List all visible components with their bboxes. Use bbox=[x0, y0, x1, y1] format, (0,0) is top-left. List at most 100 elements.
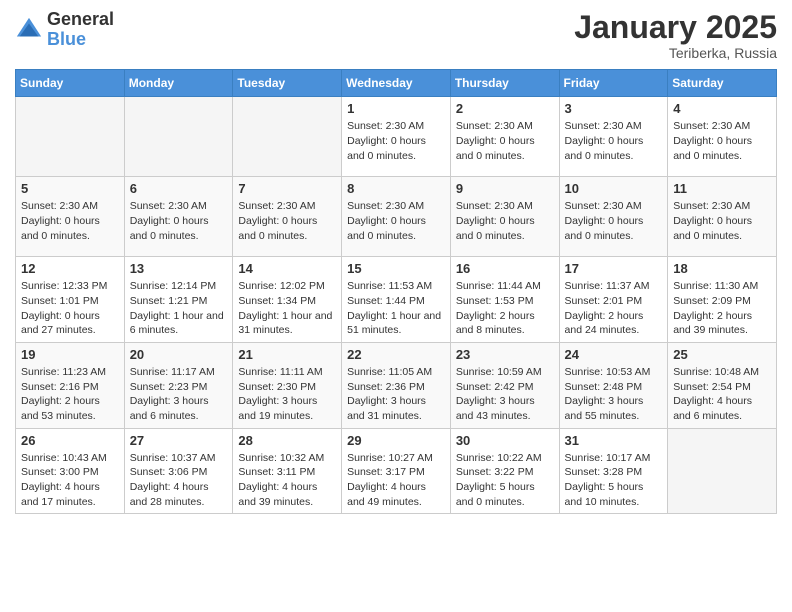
day-info-text: Sunset: 2:30 AMDaylight: 0 hoursand 0 mi… bbox=[238, 199, 336, 243]
header-thursday: Thursday bbox=[450, 70, 559, 97]
day-number: 3 bbox=[565, 101, 663, 116]
day-info-text: Sunrise: 11:11 AMSunset: 2:30 PMDaylight… bbox=[238, 365, 336, 424]
day-cell-w2-d5: 10 Sunset: 2:30 AMDaylight: 0 hoursand 0 … bbox=[559, 177, 668, 257]
day-info-text: Sunrise: 10:53 AMSunset: 2:48 PMDaylight… bbox=[565, 365, 663, 424]
day-info-text: Sunset: 2:30 AMDaylight: 0 hoursand 0 mi… bbox=[673, 199, 771, 243]
day-number: 5 bbox=[21, 181, 119, 196]
title-block: January 2025 Teriberka, Russia bbox=[574, 10, 777, 61]
header: General Blue January 2025 Teriberka, Rus… bbox=[15, 10, 777, 61]
week-row-4: 19Sunrise: 11:23 AMSunset: 2:16 PMDaylig… bbox=[16, 342, 777, 428]
day-cell-w2-d2: 7 Sunset: 2:30 AMDaylight: 0 hoursand 0 m… bbox=[233, 177, 342, 257]
day-info-text: Sunrise: 11:37 AMSunset: 2:01 PMDaylight… bbox=[565, 279, 663, 338]
day-info-text: Sunset: 2:30 AMDaylight: 0 hoursand 0 mi… bbox=[456, 199, 554, 243]
day-info-text: Sunset: 2:30 AMDaylight: 0 hoursand 0 mi… bbox=[130, 199, 228, 243]
day-info-text: Sunrise: 11:05 AMSunset: 2:36 PMDaylight… bbox=[347, 365, 445, 424]
day-cell-w5-d5: 31Sunrise: 10:17 AMSunset: 3:28 PMDaylig… bbox=[559, 428, 668, 514]
logo-blue-text: Blue bbox=[47, 30, 114, 50]
day-number: 29 bbox=[347, 433, 445, 448]
day-info-text: Sunrise: 11:30 AMSunset: 2:09 PMDaylight… bbox=[673, 279, 771, 338]
day-number: 22 bbox=[347, 347, 445, 362]
day-cell-w3-d2: 14Sunrise: 12:02 PMSunset: 1:34 PMDaylig… bbox=[233, 257, 342, 343]
day-cell-w3-d4: 16 Sunrise: 11:44 AMSunset: 1:53 PMDaylig… bbox=[450, 257, 559, 343]
day-number: 24 bbox=[565, 347, 663, 362]
day-info-text: Sunset: 2:30 AMDaylight: 0 hoursand 0 mi… bbox=[565, 199, 663, 243]
day-info-text: Sunrise: 10:17 AMSunset: 3:28 PMDaylight… bbox=[565, 451, 663, 510]
header-sunday: Sunday bbox=[16, 70, 125, 97]
day-info-text: Sunset: 2:30 AMDaylight: 0 hoursand 0 mi… bbox=[347, 199, 445, 243]
logo: General Blue bbox=[15, 10, 114, 50]
day-number: 14 bbox=[238, 261, 336, 276]
day-number: 25 bbox=[673, 347, 771, 362]
day-cell-w2-d1: 6Sunset: 2:30 AMDaylight: 0 hoursand 0 m… bbox=[124, 177, 233, 257]
day-cell-w4-d0: 19Sunrise: 11:23 AMSunset: 2:16 PMDaylig… bbox=[16, 342, 125, 428]
day-number: 18 bbox=[673, 261, 771, 276]
day-number: 2 bbox=[456, 101, 554, 116]
day-info-text: Sunrise: 10:37 AMSunset: 3:06 PMDaylight… bbox=[130, 451, 228, 510]
day-cell-w1-d0 bbox=[16, 97, 125, 177]
day-cell-w1-d4: 2Sunset: 2:30 AMDaylight: 0 hoursand 0 m… bbox=[450, 97, 559, 177]
day-cell-w5-d2: 28 Sunrise: 10:32 AMSunset: 3:11 PMDaylig… bbox=[233, 428, 342, 514]
header-tuesday: Tuesday bbox=[233, 70, 342, 97]
day-cell-w1-d3: 1Sunset: 2:30 AMDaylight: 0 hoursand 0 m… bbox=[342, 97, 451, 177]
day-number: 13 bbox=[130, 261, 228, 276]
day-info-text: Sunrise: 12:14 PMSunset: 1:21 PMDaylight… bbox=[130, 279, 228, 338]
day-cell-w1-d2 bbox=[233, 97, 342, 177]
day-cell-w5-d6 bbox=[668, 428, 777, 514]
day-cell-w4-d5: 24 Sunrise: 10:53 AMSunset: 2:48 PMDaylig… bbox=[559, 342, 668, 428]
week-row-2: 5 Sunset: 2:30 AMDaylight: 0 hoursand 0 m… bbox=[16, 177, 777, 257]
day-info-text: Sunrise: 10:59 AMSunset: 2:42 PMDaylight… bbox=[456, 365, 554, 424]
location-subtitle: Teriberka, Russia bbox=[574, 45, 777, 61]
page: General Blue January 2025 Teriberka, Rus… bbox=[0, 0, 792, 612]
header-wednesday: Wednesday bbox=[342, 70, 451, 97]
day-cell-w4-d1: 20Sunrise: 11:17 AMSunset: 2:23 PMDaylig… bbox=[124, 342, 233, 428]
day-number: 11 bbox=[673, 181, 771, 196]
day-number: 27 bbox=[130, 433, 228, 448]
day-info-text: Sunrise: 10:32 AMSunset: 3:11 PMDaylight… bbox=[238, 451, 336, 510]
header-friday: Friday bbox=[559, 70, 668, 97]
day-number: 7 bbox=[238, 181, 336, 196]
day-number: 1 bbox=[347, 101, 445, 116]
day-cell-w5-d0: 26 Sunrise: 10:43 AMSunset: 3:00 PMDaylig… bbox=[16, 428, 125, 514]
day-cell-w4-d2: 21Sunrise: 11:11 AMSunset: 2:30 PMDaylig… bbox=[233, 342, 342, 428]
day-cell-w5-d4: 30 Sunrise: 10:22 AMSunset: 3:22 PMDaylig… bbox=[450, 428, 559, 514]
day-number: 26 bbox=[21, 433, 119, 448]
day-info-text: Sunrise: 10:22 AMSunset: 3:22 PMDaylight… bbox=[456, 451, 554, 510]
day-number: 9 bbox=[456, 181, 554, 196]
day-cell-w3-d0: 12Sunrise: 12:33 PMSunset: 1:01 PMDaylig… bbox=[16, 257, 125, 343]
day-info-text: Sunrise: 10:43 AMSunset: 3:00 PMDaylight… bbox=[21, 451, 119, 510]
day-cell-w2-d4: 9 Sunset: 2:30 AMDaylight: 0 hoursand 0 m… bbox=[450, 177, 559, 257]
day-info-text: Sunrise: 11:17 AMSunset: 2:23 PMDaylight… bbox=[130, 365, 228, 424]
day-cell-w3-d5: 17 Sunrise: 11:37 AMSunset: 2:01 PMDaylig… bbox=[559, 257, 668, 343]
day-info-text: Sunrise: 12:33 PMSunset: 1:01 PMDaylight… bbox=[21, 279, 119, 338]
day-number: 10 bbox=[565, 181, 663, 196]
day-info-text: Sunset: 2:30 AMDaylight: 0 hoursand 0 mi… bbox=[673, 119, 771, 163]
day-number: 28 bbox=[238, 433, 336, 448]
day-cell-w5-d3: 29 Sunrise: 10:27 AMSunset: 3:17 PMDaylig… bbox=[342, 428, 451, 514]
day-info-text: Sunrise: 11:53 AMSunset: 1:44 PMDaylight… bbox=[347, 279, 445, 338]
day-cell-w4-d4: 23 Sunrise: 10:59 AMSunset: 2:42 PMDaylig… bbox=[450, 342, 559, 428]
day-number: 16 bbox=[456, 261, 554, 276]
day-number: 17 bbox=[565, 261, 663, 276]
day-cell-w2-d6: 11 Sunset: 2:30 AMDaylight: 0 hoursand 0 … bbox=[668, 177, 777, 257]
day-cell-w3-d3: 15Sunrise: 11:53 AMSunset: 1:44 PMDaylig… bbox=[342, 257, 451, 343]
day-number: 30 bbox=[456, 433, 554, 448]
logo-general-text: General bbox=[47, 10, 114, 30]
logo-icon bbox=[15, 16, 43, 44]
day-cell-w5-d1: 27 Sunrise: 10:37 AMSunset: 3:06 PMDaylig… bbox=[124, 428, 233, 514]
day-cell-w2-d3: 8Sunset: 2:30 AMDaylight: 0 hoursand 0 m… bbox=[342, 177, 451, 257]
week-row-5: 26 Sunrise: 10:43 AMSunset: 3:00 PMDaylig… bbox=[16, 428, 777, 514]
day-number: 23 bbox=[456, 347, 554, 362]
calendar-table: Sunday Monday Tuesday Wednesday Thursday… bbox=[15, 69, 777, 514]
day-cell-w4-d3: 22 Sunrise: 11:05 AMSunset: 2:36 PMDaylig… bbox=[342, 342, 451, 428]
weekday-header-row: Sunday Monday Tuesday Wednesday Thursday… bbox=[16, 70, 777, 97]
day-info-text: Sunrise: 11:44 AMSunset: 1:53 PMDaylight… bbox=[456, 279, 554, 338]
week-row-1: 1 Sunset: 2:30 AMDaylight: 0 hoursand 0 m… bbox=[16, 97, 777, 177]
day-info-text: Sunrise: 10:27 AMSunset: 3:17 PMDaylight… bbox=[347, 451, 445, 510]
day-info-text: Sunrise: 11:23 AMSunset: 2:16 PMDaylight… bbox=[21, 365, 119, 424]
header-monday: Monday bbox=[124, 70, 233, 97]
header-saturday: Saturday bbox=[668, 70, 777, 97]
week-row-3: 12Sunrise: 12:33 PMSunset: 1:01 PMDaylig… bbox=[16, 257, 777, 343]
day-cell-w2-d0: 5Sunset: 2:30 AMDaylight: 0 hoursand 0 m… bbox=[16, 177, 125, 257]
day-cell-w1-d5: 3Sunset: 2:30 AMDaylight: 0 hoursand 0 m… bbox=[559, 97, 668, 177]
day-cell-w3-d1: 13 Sunrise: 12:14 PMSunset: 1:21 PMDaylig… bbox=[124, 257, 233, 343]
